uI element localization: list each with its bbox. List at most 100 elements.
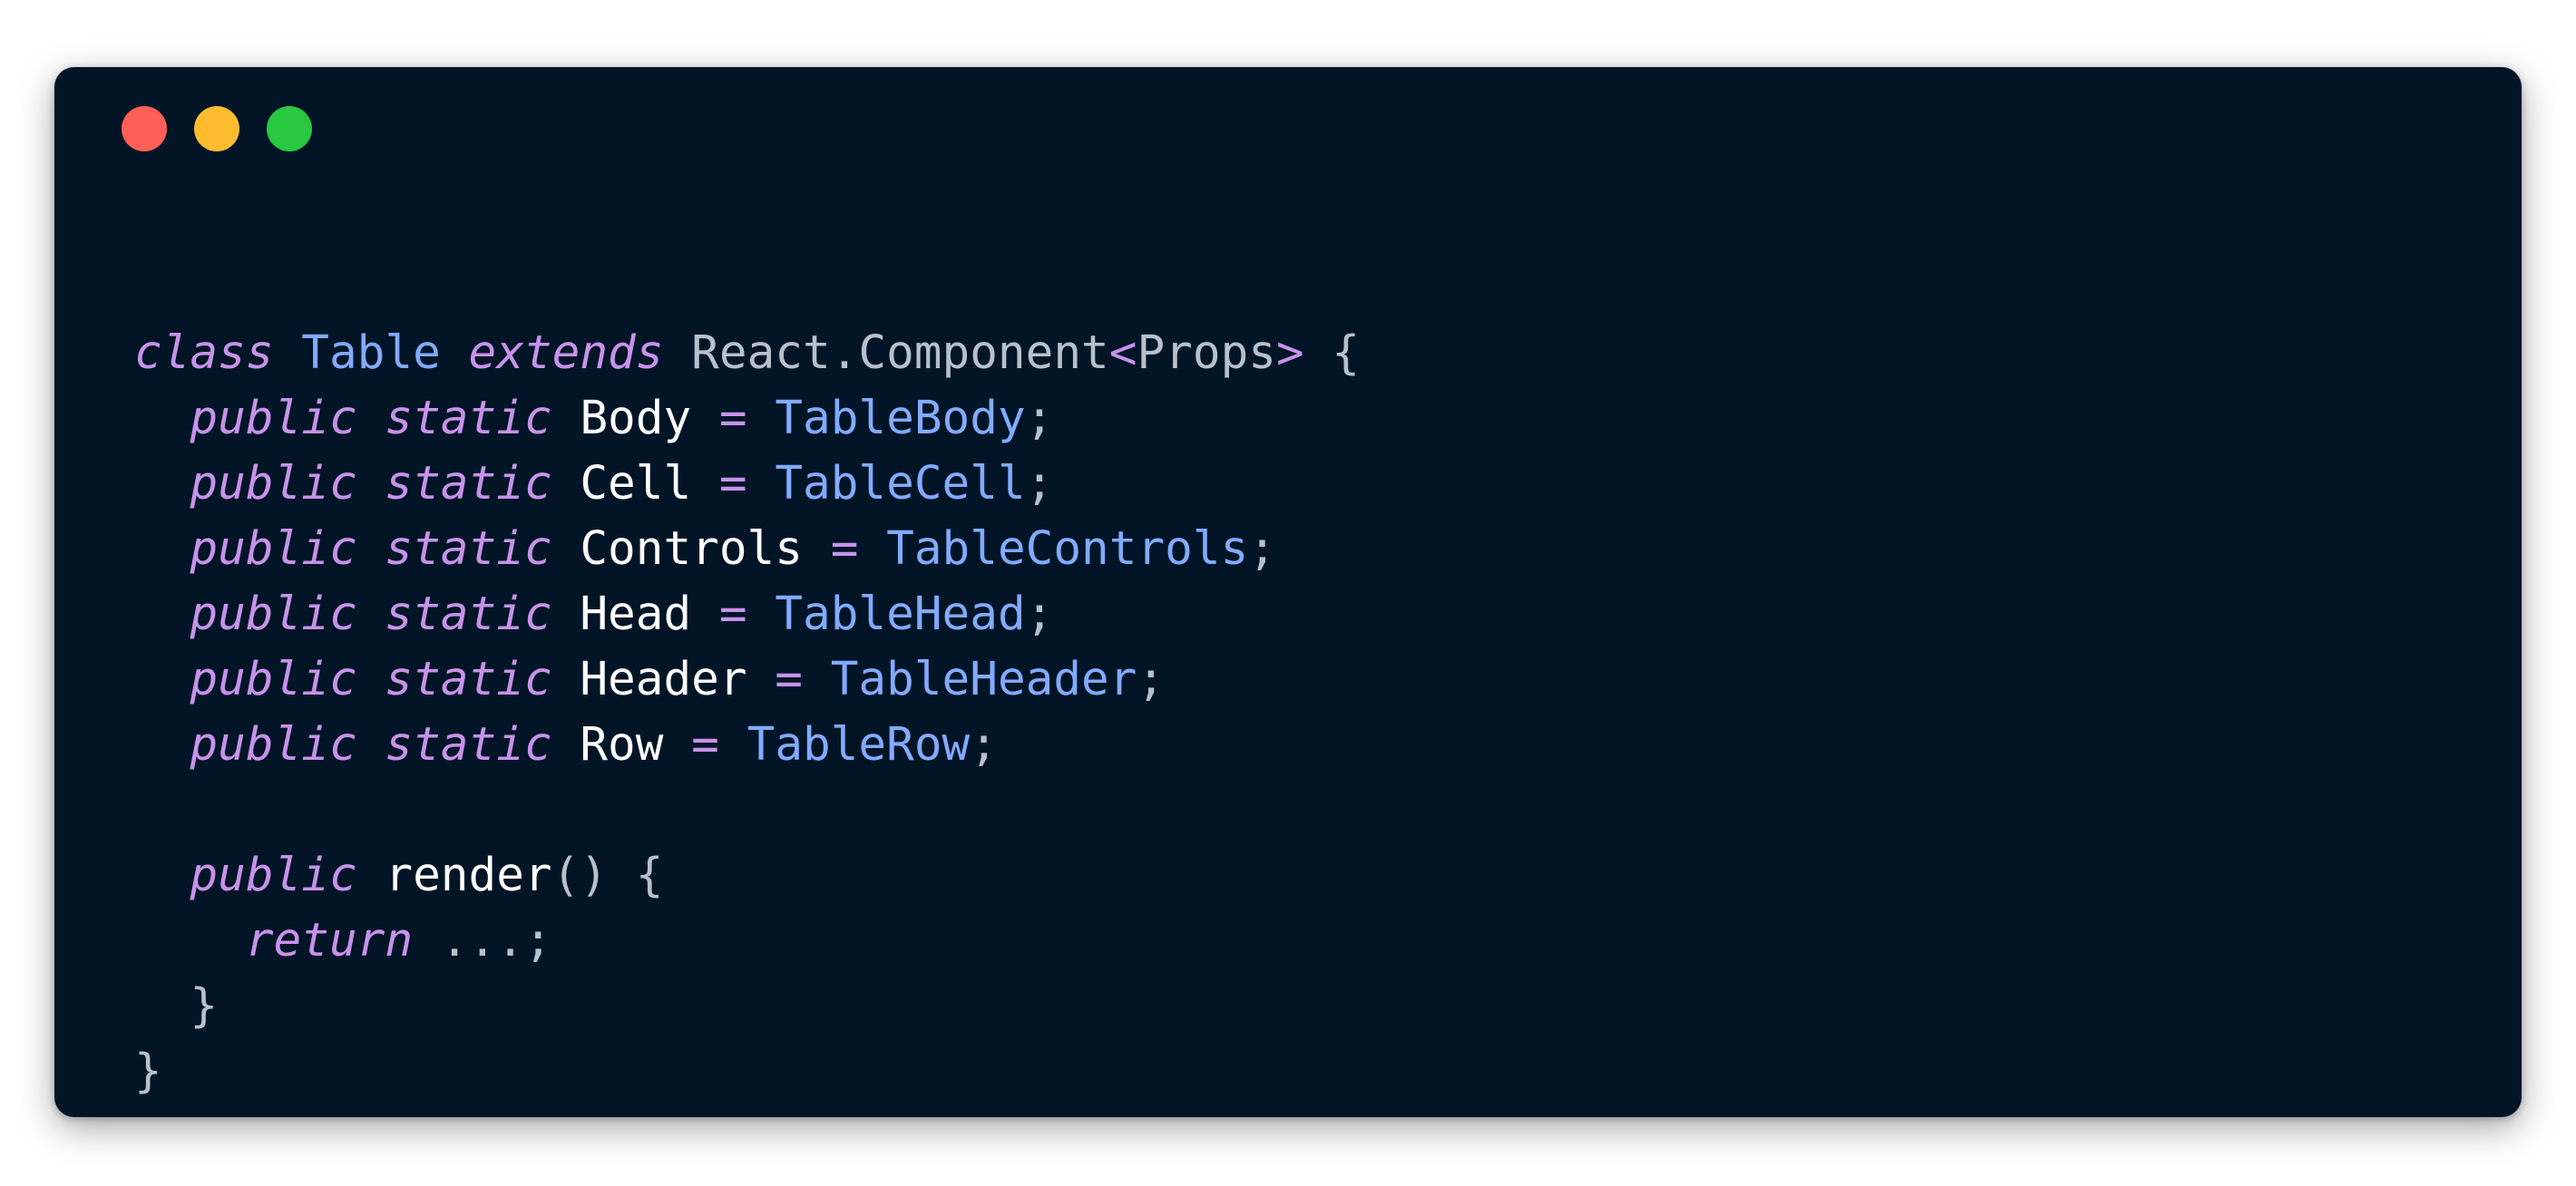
code-token: Body: [580, 392, 692, 445]
code-token: TableHeader: [830, 653, 1137, 706]
code-token: static: [385, 588, 552, 641]
code-token: Props: [1137, 326, 1276, 380]
code-token: public: [190, 718, 357, 772]
code-token: =: [691, 718, 719, 772]
code-line: public static Cell = TableCell;: [134, 452, 1360, 517]
code-line: public static Row = TableRow;: [134, 713, 1360, 778]
code-token: ;: [1137, 653, 1166, 706]
code-token: static: [385, 392, 552, 445]
code-token: render: [385, 849, 552, 902]
code-token: static: [385, 653, 552, 706]
code-token: =: [718, 588, 747, 641]
maximize-button[interactable]: [267, 106, 312, 151]
code-token: =: [718, 457, 747, 510]
code-token: TableHead: [775, 588, 1026, 641]
code-token: ;: [970, 718, 998, 772]
code-token: public: [190, 849, 357, 902]
code-window: class Table extends React.Component<Prop…: [54, 67, 2522, 1117]
code-token: Header: [580, 653, 747, 706]
code-token: public: [190, 457, 357, 510]
code-line: }: [134, 974, 1360, 1039]
code-line: public render() {: [134, 843, 1360, 909]
code-token: ;: [1025, 392, 1054, 445]
code-token: =: [775, 653, 803, 706]
code-line: class Table extends React.Component<Prop…: [134, 321, 1360, 386]
code-token: public: [190, 522, 357, 576]
code-token: extends: [468, 326, 664, 380]
code-token: Controls: [580, 522, 803, 576]
code-line: public static Header = TableHeader;: [134, 647, 1360, 713]
code-token: {: [608, 849, 664, 902]
minimize-button[interactable]: [194, 106, 239, 151]
code-line: public static Controls = TableControls;: [134, 517, 1360, 582]
code-token: public: [190, 588, 357, 641]
code-token: ;: [1248, 522, 1277, 576]
code-token: Table: [301, 326, 441, 380]
code-token: ;: [1025, 457, 1054, 510]
code-token: return: [245, 914, 414, 967]
code-token: }: [190, 979, 219, 1033]
code-token: =: [830, 522, 859, 576]
code-token: class: [134, 326, 274, 380]
code-block: class Table extends React.Component<Prop…: [134, 321, 1360, 1104]
code-token: static: [385, 718, 552, 772]
code-line: return ...;: [134, 909, 1360, 974]
code-token: Cell: [580, 457, 692, 510]
code-line: public static Body = TableBody;: [134, 386, 1360, 452]
code-token: React.Component: [691, 326, 1109, 380]
window-controls: [122, 106, 312, 151]
code-token: ;: [1025, 588, 1054, 641]
code-line: }: [134, 1039, 1360, 1104]
code-token: <: [1108, 326, 1137, 380]
code-token: ...;: [440, 914, 552, 967]
code-token: TableBody: [775, 392, 1026, 445]
code-token: public: [190, 392, 357, 445]
code-token: static: [385, 522, 552, 576]
code-line: public static Head = TableHead;: [134, 582, 1360, 647]
code-token: >: [1275, 326, 1304, 380]
code-token: TableControls: [886, 522, 1249, 576]
code-token: TableRow: [746, 718, 971, 772]
code-token: =: [718, 392, 747, 445]
code-token: (): [551, 849, 609, 902]
close-button[interactable]: [122, 106, 167, 151]
code-token: public: [190, 653, 357, 706]
code-token: {: [1303, 326, 1361, 380]
